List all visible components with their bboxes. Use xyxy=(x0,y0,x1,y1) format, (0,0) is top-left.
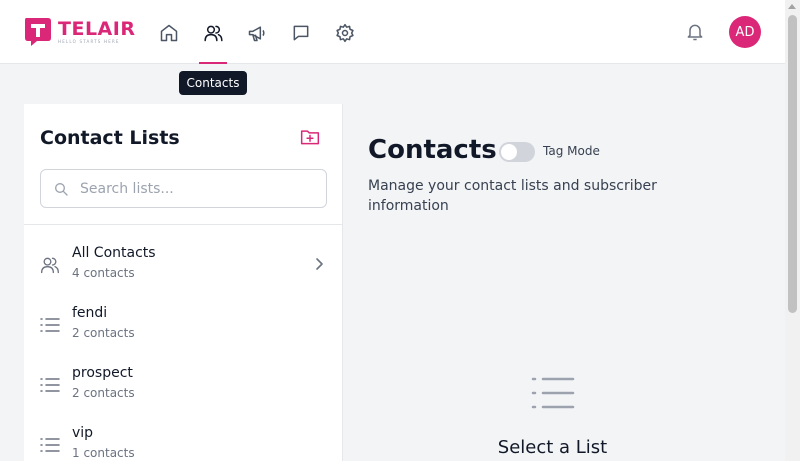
nav-home-button[interactable] xyxy=(156,20,182,46)
list-item-fendi[interactable]: fendi 2 contacts xyxy=(24,305,343,363)
new-list-button[interactable] xyxy=(298,125,322,149)
empty-state-title: Select a List xyxy=(497,437,608,458)
page-title: Contacts xyxy=(368,135,497,165)
nav-campaigns-button[interactable] xyxy=(244,20,270,46)
list-icon xyxy=(40,375,60,395)
home-icon xyxy=(160,24,178,42)
contacts-main-panel: Contacts Tag Mode Manage your contact li… xyxy=(344,104,785,461)
list-icon xyxy=(40,435,60,455)
list-item-vip[interactable]: vip 1 contacts xyxy=(24,425,343,461)
list-item-all-contacts[interactable]: All Contacts 4 contacts xyxy=(24,245,343,303)
tag-mode-toggle[interactable] xyxy=(499,142,535,162)
chat-icon xyxy=(293,25,309,41)
list-item-name: fendi xyxy=(72,305,108,321)
nav-tooltip: Contacts xyxy=(179,71,247,95)
contact-lists-panel: Contact Lists All Contacts 4 contacts fe… xyxy=(24,104,343,461)
megaphone-icon xyxy=(248,26,265,42)
tag-mode-label: Tag Mode xyxy=(543,144,600,158)
list-item-count: 4 contacts xyxy=(72,266,135,280)
page-description: Manage your contact lists and subscriber… xyxy=(368,178,657,214)
sidebar-divider xyxy=(24,224,343,225)
search-lists-input[interactable] xyxy=(80,178,310,200)
search-lists-field[interactable] xyxy=(40,169,327,208)
brand-logo[interactable]: TELAIR HELLO STARTS HERE xyxy=(23,16,135,47)
list-item-count: 2 contacts xyxy=(72,386,135,400)
scroll-up-arrow-icon[interactable] xyxy=(788,4,796,9)
users-icon xyxy=(40,255,60,275)
brand-tagline: HELLO STARTS HERE xyxy=(58,38,120,44)
page-scrollbar[interactable] xyxy=(785,0,800,461)
list-item-name: All Contacts xyxy=(72,245,156,261)
bell-icon xyxy=(687,24,703,41)
list-item-name: prospect xyxy=(72,365,133,381)
brand-name: TELAIR xyxy=(58,17,136,40)
users-icon xyxy=(203,25,223,42)
notifications-button[interactable] xyxy=(684,21,706,43)
scrollbar-thumb[interactable] xyxy=(788,15,797,313)
gear-icon xyxy=(336,23,354,43)
list-item-count: 2 contacts xyxy=(72,326,135,340)
toggle-knob xyxy=(501,144,517,160)
contact-lists-title: Contact Lists xyxy=(40,127,180,149)
nav-messages-button[interactable] xyxy=(288,20,314,46)
list-item-prospect[interactable]: prospect 2 contacts xyxy=(24,365,343,423)
folder-plus-icon xyxy=(300,130,320,145)
nav-settings-button[interactable] xyxy=(332,20,358,46)
list-item-name: vip xyxy=(72,425,94,441)
active-nav-indicator xyxy=(199,62,227,64)
search-icon xyxy=(55,183,68,196)
list-icon xyxy=(40,315,60,335)
top-navbar: TELAIR HELLO STARTS HERE AD xyxy=(0,0,785,64)
user-avatar[interactable]: AD xyxy=(729,16,761,48)
chevron-right-icon xyxy=(312,255,326,273)
logo-mark-icon xyxy=(25,18,51,46)
nav-contacts-button[interactable] xyxy=(200,20,226,46)
list-item-count: 1 contacts xyxy=(72,446,135,460)
list-icon xyxy=(531,377,575,409)
